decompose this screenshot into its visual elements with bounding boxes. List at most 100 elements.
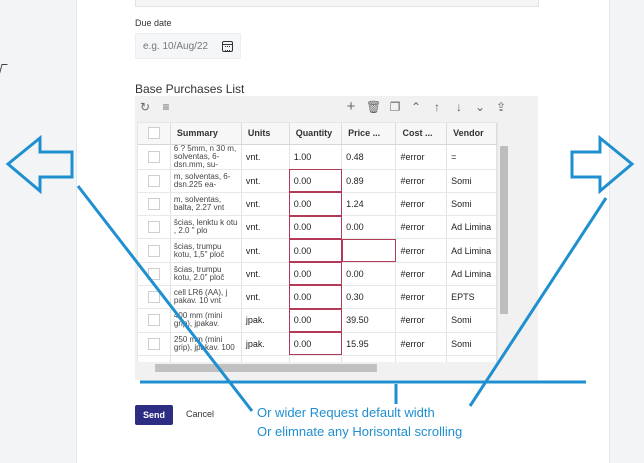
quantity-cell[interactable]: 0.00 — [289, 192, 343, 217]
vendor-cell[interactable]: Ad Limina — [446, 262, 497, 286]
summary-cell[interactable]: šcias, trumpu kotu, 2.0" ploč — [170, 262, 242, 286]
table-row[interactable]: 250 mm (mini grip), jpakav. 100 jpak. 0.00… — [138, 332, 497, 356]
quantity-cell[interactable]: 0.00 — [289, 169, 343, 193]
select-all-checkbox-cell[interactable] — [138, 123, 171, 145]
table-row[interactable]: šcias, trumpu kotu, 2.0" ploč vnt. 0.00 0.0… — [138, 262, 497, 286]
vertical-scrollbar[interactable] — [498, 122, 510, 352]
calendar-icon[interactable] — [222, 41, 233, 52]
summary-cell[interactable]: 6 ? 5mm, n 30 m, solventas, 6-dsn.mm, su… — [170, 144, 242, 170]
move-top-icon[interactable]: ⌃ — [409, 100, 423, 114]
row-checkbox[interactable] — [147, 174, 160, 187]
vendor-cell[interactable]: Somi — [446, 308, 497, 333]
col-price[interactable]: Price ... — [341, 123, 397, 145]
move-down-icon[interactable]: ↓ — [452, 100, 466, 114]
units-cell[interactable]: jpak. — [241, 308, 290, 333]
vendor-cell[interactable]: Somi — [446, 332, 497, 356]
table-row[interactable]: m, solventas, balta, 2.27 vnt vnt. 0.00 1.2… — [138, 192, 497, 217]
row-checkbox[interactable] — [147, 314, 160, 327]
summary-cell[interactable]: m, solventas, balta, 2.27 vnt — [170, 192, 242, 217]
summary-cell[interactable]: m, solventas, 6-dsn.225 ea- — [170, 169, 242, 193]
send-button[interactable]: Send — [135, 405, 173, 425]
table-row[interactable]: 400 mm (mini grip), jpakav. jpak. 0.00 39.5… — [138, 308, 497, 333]
row-checkbox[interactable] — [147, 244, 160, 257]
table-row[interactable]: m, solventas, 6-dsn.225 ea-vnt. 0.00 0.89 #… — [138, 169, 497, 193]
horizontal-scrollbar[interactable] — [137, 362, 511, 374]
cancel-button[interactable]: Cancel — [186, 409, 214, 419]
add-icon[interactable]: + — [344, 99, 358, 114]
price-cell[interactable]: 0.30 — [341, 285, 397, 310]
upload-icon[interactable]: ⇪ — [494, 100, 508, 114]
price-cell[interactable]: 0.00 — [341, 262, 397, 286]
summary-cell[interactable]: šcias, lenktu k otu , 2.0 " plo — [170, 215, 242, 240]
cost-cell[interactable]: #error — [395, 332, 448, 356]
due-date-input[interactable]: e.g. 10/Aug/22 — [135, 33, 241, 59]
quantity-cell[interactable]: 0.00 — [289, 215, 343, 240]
units-cell[interactable]: vnt. — [241, 144, 290, 170]
units-cell[interactable]: vnt. — [241, 192, 290, 217]
row-select-cell[interactable] — [138, 285, 171, 310]
units-cell[interactable]: vnt. — [241, 238, 290, 263]
row-select-cell[interactable] — [138, 238, 171, 263]
horizontal-scroll-thumb[interactable] — [155, 364, 377, 372]
price-cell[interactable]: 0.48 — [341, 144, 397, 170]
row-checkbox[interactable] — [147, 267, 160, 280]
vendor-cell[interactable]: EPTS — [446, 285, 497, 310]
cost-cell[interactable]: #error — [395, 308, 448, 333]
vendor-cell[interactable]: Ad Limina — [446, 238, 497, 263]
quantity-cell[interactable]: 1.00 — [289, 144, 343, 170]
price-cell[interactable]: 15.95 — [341, 332, 397, 356]
col-quantity[interactable]: Quantity — [289, 123, 343, 145]
cost-cell[interactable]: #error — [395, 262, 448, 286]
table-row[interactable]: šcias, trumpu kotu, 1,5" ploč vnt. 0.00 #er… — [138, 238, 497, 263]
row-checkbox[interactable] — [147, 197, 160, 210]
row-select-cell[interactable] — [138, 308, 171, 333]
cost-cell[interactable]: #error — [395, 192, 448, 217]
cost-cell[interactable]: #error — [395, 169, 448, 193]
price-cell[interactable] — [341, 238, 397, 263]
refresh-icon[interactable]: ↻ — [138, 100, 152, 114]
quantity-cell[interactable]: 0.00 — [289, 262, 343, 286]
quantity-cell[interactable]: 0.00 — [289, 308, 343, 333]
copy-icon[interactable]: ❐ — [388, 100, 402, 114]
cost-cell[interactable]: #error — [395, 238, 448, 263]
col-units[interactable]: Units — [241, 123, 290, 145]
row-checkbox[interactable] — [147, 291, 160, 304]
filter-icon[interactable]: ≡ — [159, 100, 173, 114]
summary-cell[interactable]: 400 mm (mini grip), jpakav. — [170, 308, 242, 333]
vertical-scroll-thumb[interactable] — [500, 146, 508, 314]
cost-cell[interactable]: #error — [395, 285, 448, 310]
summary-cell[interactable]: 250 mm (mini grip), jpakav. 100 — [170, 332, 242, 356]
row-select-cell[interactable] — [138, 192, 171, 217]
quantity-cell[interactable]: 0.00 — [289, 285, 343, 310]
move-bottom-icon[interactable]: ⌄ — [473, 100, 487, 114]
summary-cell[interactable]: šcias, trumpu kotu, 1,5" ploč — [170, 238, 242, 263]
price-cell[interactable]: 1.24 — [341, 192, 397, 217]
cost-cell[interactable]: #error — [395, 215, 448, 240]
vendor-cell[interactable]: Ad Limina — [446, 215, 497, 240]
row-checkbox[interactable] — [147, 221, 160, 234]
row-select-cell[interactable] — [138, 262, 171, 286]
vendor-cell[interactable]: Somi — [446, 192, 497, 217]
row-select-cell[interactable] — [138, 144, 171, 170]
units-cell[interactable]: vnt. — [241, 215, 290, 240]
table-row[interactable]: cell LR6 (AA), j pakav. 10 vnt vnt. 0.00 0.… — [138, 285, 497, 310]
row-select-cell[interactable] — [138, 332, 171, 356]
quantity-cell[interactable]: 0.00 — [289, 238, 343, 263]
quantity-cell[interactable]: 0.00 — [289, 332, 343, 356]
units-cell[interactable]: jpak. — [241, 332, 290, 356]
summary-cell[interactable]: cell LR6 (AA), j pakav. 10 vnt — [170, 285, 242, 310]
vendor-cell[interactable]: = — [446, 144, 497, 170]
table-row[interactable]: 6 ? 5mm, n 30 m, solventas, 6-dsn.mm, su… — [138, 144, 497, 170]
move-up-icon[interactable]: ↑ — [430, 100, 444, 114]
row-select-cell[interactable] — [138, 169, 171, 193]
units-cell[interactable]: vnt. — [241, 169, 290, 193]
delete-icon[interactable]: 🗑 — [366, 100, 381, 114]
row-checkbox[interactable] — [147, 150, 160, 163]
col-summary[interactable]: Summary — [170, 123, 242, 145]
select-all-checkbox[interactable] — [147, 127, 160, 140]
row-checkbox[interactable] — [147, 337, 160, 350]
col-vendor[interactable]: Vendor — [446, 123, 497, 145]
price-cell[interactable]: 0.00 — [341, 215, 397, 240]
price-cell[interactable]: 39.50 — [341, 308, 397, 333]
price-cell[interactable]: 0.89 — [341, 169, 397, 193]
